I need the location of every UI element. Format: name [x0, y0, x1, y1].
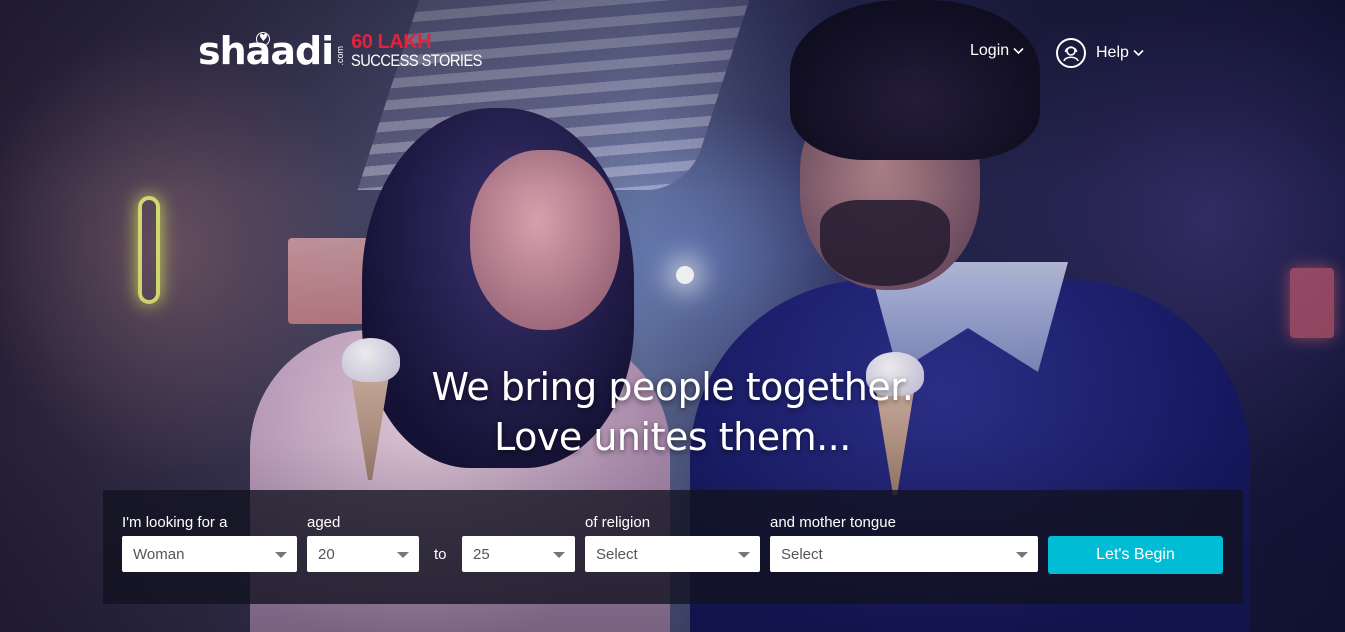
logo-tagline-count: 60 LAKH [351, 31, 432, 53]
help-menu[interactable]: Help [1056, 38, 1144, 68]
hero-heading: We bring people together. Love unites th… [0, 362, 1345, 462]
site-logo[interactable]: shaadi ♥ .com 60 LAKH SUCCESS STORIES [198, 30, 503, 72]
logo-tagline-label: SUCCESS STORIES [351, 51, 483, 70]
login-menu[interactable]: Login [970, 42, 1024, 60]
login-label: Login [970, 42, 1010, 59]
partner-search-panel: I'm looking for a Woman aged 20 to 25 of… [103, 490, 1243, 604]
logo-tagline: 60 LAKH SUCCESS STORIES [351, 32, 503, 70]
looking-for-label: I'm looking for a [122, 514, 228, 531]
dropdown-caret-icon [1016, 552, 1028, 558]
lets-begin-button[interactable]: Let's Begin [1048, 536, 1223, 574]
age-range-to-label: to [434, 546, 447, 563]
chevron-down-icon [1013, 42, 1024, 60]
dropdown-caret-icon [553, 552, 565, 558]
help-label: Help [1096, 44, 1129, 61]
dropdown-caret-icon [738, 552, 750, 558]
mother-tongue-select[interactable]: Select [770, 536, 1038, 572]
religion-select[interactable]: Select [585, 536, 760, 572]
dropdown-caret-icon [397, 552, 409, 558]
looking-for-value: Woman [133, 545, 185, 563]
religion-value: Select [596, 545, 638, 563]
support-agent-icon [1056, 38, 1086, 68]
age-from-select[interactable]: 20 [307, 536, 419, 572]
hero-line-2: Love unites them... [494, 415, 851, 459]
religion-label: of religion [585, 514, 651, 531]
mother-tongue-value: Select [781, 545, 823, 563]
mother-tongue-label: and mother tongue [770, 514, 896, 531]
dropdown-caret-icon [275, 552, 287, 558]
age-to-select[interactable]: 25 [462, 536, 575, 572]
logo-domain-suffix: .com [335, 46, 346, 66]
looking-for-select[interactable]: Woman [122, 536, 297, 572]
age-to-value: 25 [473, 545, 490, 563]
aged-label: aged [307, 514, 341, 531]
chevron-down-icon [1133, 44, 1144, 62]
hero-line-1: We bring people together. [431, 365, 914, 409]
logo-wordmark: shaadi ♥ [198, 30, 334, 72]
heart-icon: ♥ [256, 32, 270, 46]
site-header: shaadi ♥ .com 60 LAKH SUCCESS STORIES Lo… [0, 0, 1345, 90]
age-from-value: 20 [318, 545, 335, 563]
